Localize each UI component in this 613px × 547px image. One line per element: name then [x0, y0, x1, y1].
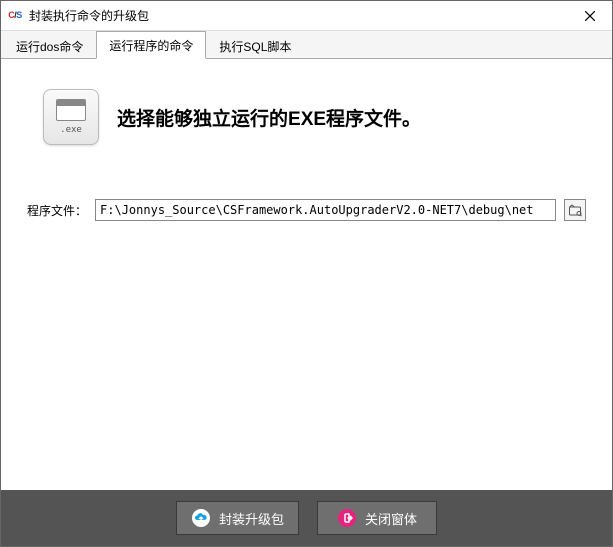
close-window-button-label: 关闭窗体: [365, 509, 417, 528]
app-icon: C/S: [7, 8, 23, 24]
browse-icon: [568, 203, 582, 217]
cloud-upload-icon: [191, 508, 211, 528]
package-button[interactable]: 封装升级包: [176, 501, 299, 535]
hero-text: 选择能够独立运行的EXE程序文件。: [117, 104, 421, 131]
exe-file-icon: .exe: [43, 89, 99, 145]
close-icon[interactable]: [568, 1, 612, 30]
tab-run-dos[interactable]: 运行dos命令: [3, 32, 96, 59]
footer: 封装升级包 关闭窗体: [1, 490, 612, 546]
package-button-label: 封装升级包: [219, 509, 284, 528]
program-file-row: 程序文件：: [27, 199, 586, 221]
tabbar: 运行dos命令 运行程序的命令 执行SQL脚本: [1, 31, 612, 59]
exit-icon: [337, 508, 357, 528]
hero: .exe 选择能够独立运行的EXE程序文件。: [43, 89, 586, 145]
program-file-label: 程序文件：: [27, 202, 87, 219]
browse-button[interactable]: [564, 199, 586, 221]
hero-text-suffix: 程序文件。: [326, 109, 421, 130]
program-file-input[interactable]: [95, 199, 556, 221]
exe-icon-label: .exe: [60, 125, 82, 135]
tab-run-sql[interactable]: 执行SQL脚本: [206, 32, 304, 59]
window-title: 封装执行命令的升级包: [29, 7, 568, 24]
hero-text-prefix: 选择能够独立运行的: [117, 109, 288, 130]
window: C/S 封装执行命令的升级包 运行dos命令 运行程序的命令 执行SQL脚本 .…: [0, 0, 613, 547]
tab-run-program[interactable]: 运行程序的命令: [96, 31, 206, 59]
close-window-button[interactable]: 关闭窗体: [317, 501, 437, 535]
titlebar: C/S 封装执行命令的升级包: [1, 1, 612, 31]
hero-text-strong: EXE: [288, 109, 326, 130]
content-area: .exe 选择能够独立运行的EXE程序文件。 程序文件：: [1, 59, 612, 490]
